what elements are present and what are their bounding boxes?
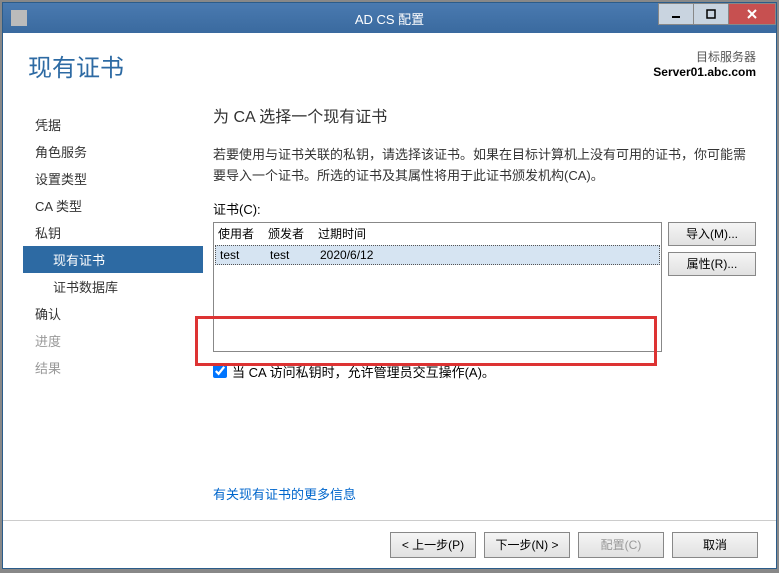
cell-user: test: [220, 248, 270, 262]
cert-area: 使用者 颁发者 过期时间 test test 2020/6/12 导入(M)..…: [213, 222, 756, 352]
body-row: 凭据 角色服务 设置类型 CA 类型 私钥 现有证书 证书数据库 确认 进度 结…: [23, 103, 756, 503]
sidebar-item-credentials[interactable]: 凭据: [23, 111, 203, 138]
sidebar-item-cert-database[interactable]: 证书数据库: [23, 273, 203, 300]
previous-button[interactable]: < 上一步(P): [390, 532, 476, 558]
minimize-button[interactable]: [658, 3, 694, 25]
col-expiry: 过期时间: [318, 225, 657, 242]
sidebar-item-existing-cert[interactable]: 现有证书: [23, 246, 203, 273]
page-title: 现有证书: [23, 48, 124, 83]
configure-button: 配置(C): [578, 532, 664, 558]
target-label: 目标服务器: [653, 48, 756, 65]
more-info-link[interactable]: 有关现有证书的更多信息: [213, 484, 356, 503]
cert-list-header: 使用者 颁发者 过期时间: [214, 223, 661, 244]
sidebar-item-ca-type[interactable]: CA 类型: [23, 192, 203, 219]
target-block: 目标服务器 Server01.abc.com: [653, 48, 756, 79]
titlebar: AD CS 配置: [3, 3, 776, 33]
content-area: 现有证书 目标服务器 Server01.abc.com 凭据 角色服务 设置类型…: [3, 33, 776, 568]
header-row: 现有证书 目标服务器 Server01.abc.com: [23, 33, 756, 83]
sidebar-item-confirmation[interactable]: 确认: [23, 300, 203, 327]
cert-row[interactable]: test test 2020/6/12: [215, 245, 660, 265]
sidebar: 凭据 角色服务 设置类型 CA 类型 私钥 现有证书 证书数据库 确认 进度 结…: [23, 103, 203, 503]
cert-list[interactable]: 使用者 颁发者 过期时间 test test 2020/6/12: [213, 222, 662, 352]
sidebar-item-results: 结果: [23, 354, 203, 381]
properties-button[interactable]: 属性(R)...: [668, 252, 756, 276]
footer: < 上一步(P) 下一步(N) > 配置(C) 取消: [3, 520, 776, 568]
checkbox-label: 当 CA 访问私钥时，允许管理员交互操作(A)。: [232, 362, 495, 381]
cert-side-buttons: 导入(M)... 属性(R)...: [668, 222, 756, 352]
cancel-button[interactable]: 取消: [672, 532, 758, 558]
sidebar-item-setup-type[interactable]: 设置类型: [23, 165, 203, 192]
window-controls: [659, 3, 776, 25]
cell-issuer: test: [270, 248, 320, 262]
window-title: AD CS 配置: [355, 9, 424, 28]
sidebar-item-private-key[interactable]: 私钥: [23, 219, 203, 246]
maximize-button[interactable]: [693, 3, 729, 25]
next-button[interactable]: 下一步(N) >: [484, 532, 570, 558]
cert-list-label: 证书(C):: [213, 199, 756, 218]
col-issuer: 颁发者: [268, 225, 318, 242]
col-user: 使用者: [218, 225, 268, 242]
sidebar-item-role-services[interactable]: 角色服务: [23, 138, 203, 165]
dialog-window: AD CS 配置 现有证书 目标服务器 Server01.abc.com 凭据 …: [2, 2, 777, 569]
close-button[interactable]: [728, 3, 776, 25]
import-button[interactable]: 导入(M)...: [668, 222, 756, 246]
main-title: 为 CA 选择一个现有证书: [213, 103, 756, 127]
main-panel: 为 CA 选择一个现有证书 若要使用与证书关联的私钥，请选择该证书。如果在目标计…: [203, 103, 756, 503]
allow-interactive-checkbox[interactable]: [213, 364, 227, 378]
interactive-checkbox-row: 当 CA 访问私钥时，允许管理员交互操作(A)。: [213, 362, 756, 381]
sidebar-item-progress: 进度: [23, 327, 203, 354]
cell-expiry: 2020/6/12: [320, 248, 655, 262]
app-icon: [11, 10, 27, 26]
target-server: Server01.abc.com: [653, 65, 756, 79]
main-description: 若要使用与证书关联的私钥，请选择该证书。如果在目标计算机上没有可用的证书，你可能…: [213, 145, 756, 187]
